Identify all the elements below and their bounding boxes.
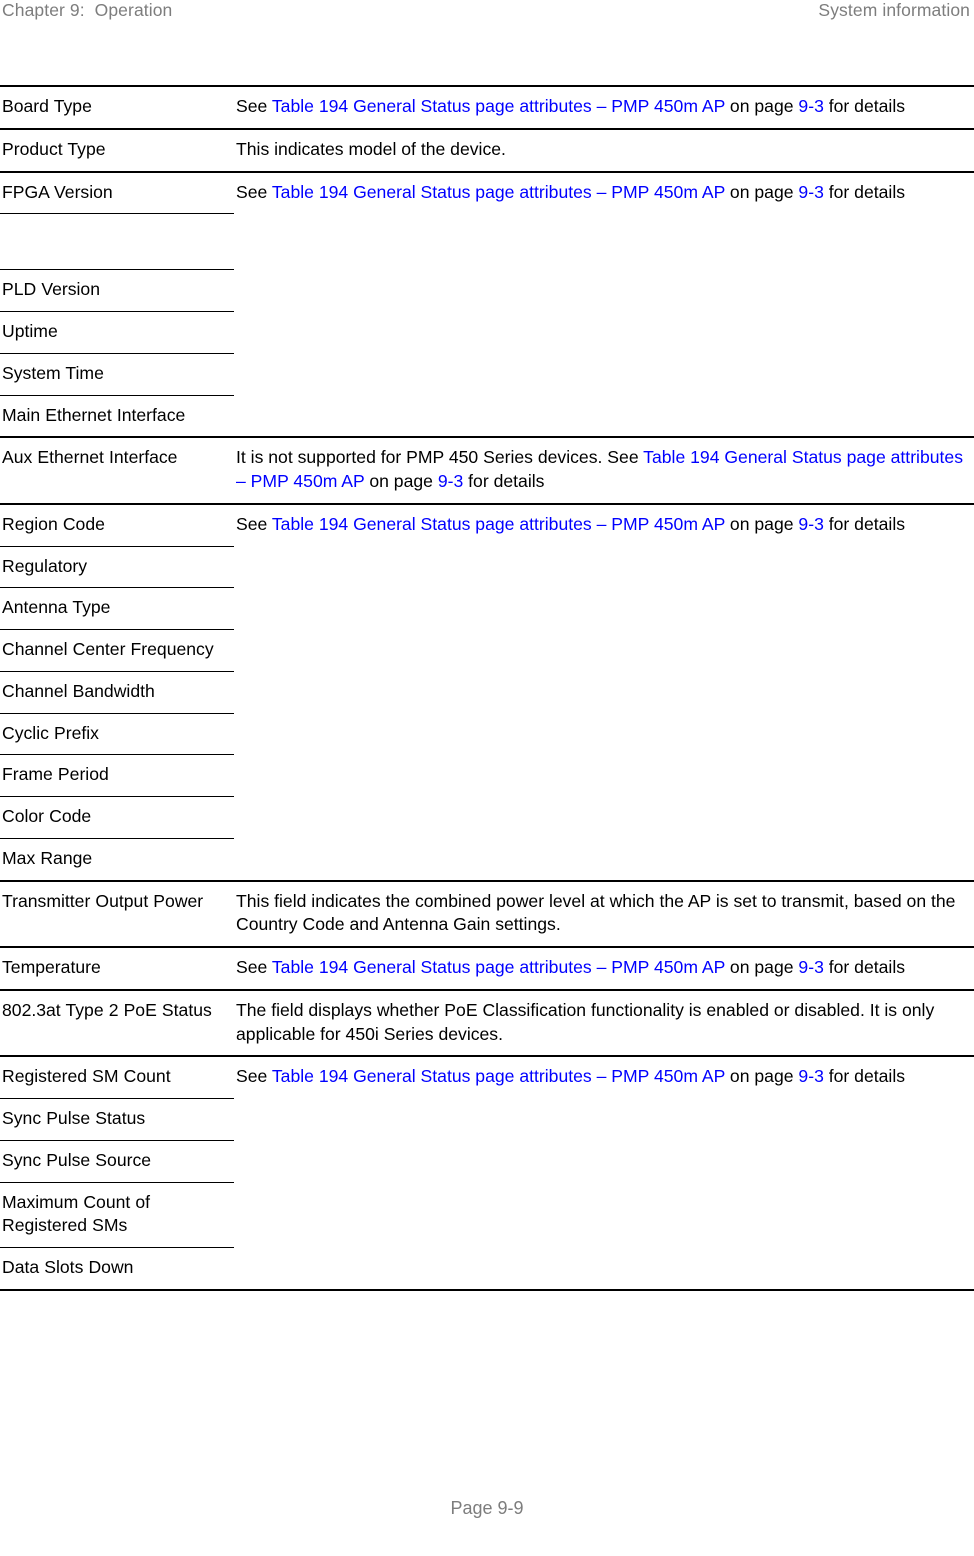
table-row: Aux Ethernet Interface It is not supporte… <box>0 436 974 504</box>
attribute-label-uptime: Uptime <box>0 311 234 354</box>
attribute-label-pld-version: PLD Version <box>0 269 234 312</box>
attribute-description-aux-ethernet-interface: It is not supported for PMP 450 Series d… <box>234 436 974 504</box>
attribute-label-sync-pulse-source: Sync Pulse Source <box>0 1139 234 1182</box>
attribute-label-main-ethernet-interface: Main Ethernet Interface <box>0 394 234 438</box>
on-page-label: on page <box>725 96 799 116</box>
table-row: 802.3at Type 2 PoE Status The field displ… <box>0 988 974 1057</box>
cross-reference-page-link[interactable]: 9-3 <box>798 957 823 977</box>
attributes-table-wrapper: Board Type See Table 194 General Status p… <box>0 85 974 1291</box>
on-page-label: on page <box>725 957 799 977</box>
cross-reference-page-link[interactable]: 9-3 <box>798 514 823 534</box>
cross-reference-link[interactable]: Table 194 General Status page attributes… <box>272 957 725 977</box>
attribute-label-max-range: Max Range <box>0 837 234 881</box>
attribute-label-channel-center-frequency: Channel Center Frequency <box>0 629 234 672</box>
attribute-label-poe-status: 802.3at Type 2 PoE Status <box>0 988 234 1057</box>
see-label: See <box>236 96 272 116</box>
attribute-description-transmitter-output-power: This field indicates the combined power … <box>234 879 974 947</box>
cross-reference-link[interactable]: Table 194 General Status page attributes… <box>272 1066 725 1086</box>
page-footer: Page 9-9 <box>0 1498 974 1519</box>
attribute-label-region-code: Region Code <box>0 502 234 546</box>
see-label: See <box>236 1066 272 1087</box>
table-row: Registered SM Count See Table 194 General… <box>0 1055 974 1291</box>
attribute-label-maximum-count-of-registered-sms: Maximum Count of Registered SMs <box>0 1181 234 1248</box>
cross-reference-link[interactable]: Table 194 General Status page attributes… <box>272 182 725 202</box>
attribute-label-frame-period: Frame Period <box>0 754 234 797</box>
attribute-label-transmitter-output-power: Transmitter Output Power <box>0 879 234 947</box>
for-details-label: for details <box>823 1066 906 1087</box>
running-header-right: System information <box>818 0 970 20</box>
attribute-label-board-type: Board Type <box>0 85 234 129</box>
attribute-label-sync-pulse-status: Sync Pulse Status <box>0 1098 234 1141</box>
for-details-label: for details <box>823 96 906 116</box>
attribute-label-registered-sm-count: Registered SM Count <box>0 1055 234 1099</box>
cross-reference-page-link[interactable]: 9-3 <box>438 471 463 491</box>
attribute-label-cyclic-prefix: Cyclic Prefix <box>0 712 234 755</box>
cross-reference-link[interactable]: Table 194 General Status page attributes… <box>272 96 725 116</box>
attribute-description-temperature: See Table 194 General Status page attrib… <box>234 946 974 990</box>
attribute-label-channel-bandwidth: Channel Bandwidth <box>0 670 234 713</box>
attribute-description-region-code: See Table 194 General Status page attrib… <box>234 502 974 881</box>
for-details-label: for details <box>823 957 906 977</box>
cross-reference-page-link[interactable]: 9-3 <box>798 96 823 116</box>
for-details-label: for details <box>463 471 545 491</box>
for-details-label: for details <box>823 181 906 202</box>
attributes-table-body: Board Type See Table 194 General Status p… <box>0 85 974 1291</box>
document-page: Chapter 9: Operation System information … <box>0 0 974 1556</box>
attribute-label-antenna-type: Antenna Type <box>0 587 234 630</box>
attribute-label-temperature: Temperature <box>0 946 234 990</box>
table-row: Transmitter Output Power This field indic… <box>0 879 974 947</box>
attributes-table: Board Type See Table 194 General Status p… <box>0 85 974 1291</box>
attribute-label-data-slots-down: Data Slots Down <box>0 1246 234 1291</box>
table-row: Product Type This indicates model of the … <box>0 127 974 172</box>
attribute-label-system-time: System Time <box>0 352 234 395</box>
see-label: See <box>236 181 272 202</box>
table-row: Temperature See Table 194 General Status … <box>0 946 974 990</box>
on-page-label: on page <box>364 471 438 491</box>
cross-reference-page-link[interactable]: 9-3 <box>798 1066 823 1086</box>
table-row: Board Type See Table 194 General Status p… <box>0 85 974 129</box>
attribute-label-product-type: Product Type <box>0 127 234 172</box>
on-page-label: on page <box>725 1066 799 1087</box>
attribute-description-product-type: This indicates model of the device. <box>234 127 974 172</box>
see-label: See <box>236 513 272 534</box>
attribute-description-fpga-version: See Table 194 General Status page attrib… <box>234 170 974 438</box>
desc-prefix: It is not supported for PMP 450 Series d… <box>236 447 608 468</box>
attribute-label-regulatory: Regulatory <box>0 545 234 588</box>
attribute-label-aux-ethernet-interface: Aux Ethernet Interface <box>0 436 234 504</box>
attribute-label-blank-continuation <box>0 213 234 270</box>
see-label: See <box>236 957 272 977</box>
table-row: Region Code See Table 194 General Status … <box>0 502 974 881</box>
see-label: See <box>607 447 644 468</box>
attribute-label-color-code: Color Code <box>0 796 234 839</box>
attribute-label-fpga-version: FPGA Version <box>0 170 234 214</box>
running-header-left: Chapter 9: Operation <box>2 0 173 20</box>
cross-reference-link[interactable]: Table 194 General Status page attributes… <box>272 514 725 534</box>
attribute-description-registered-sm-count: See Table 194 General Status page attrib… <box>234 1055 974 1291</box>
table-row: FPGA Version See Table 194 General Status… <box>0 170 974 438</box>
for-details-label: for details <box>823 513 906 534</box>
attribute-description-board-type: See Table 194 General Status page attrib… <box>234 85 974 129</box>
attribute-description-poe-status: The field displays whether PoE Classific… <box>234 988 974 1057</box>
cross-reference-page-link[interactable]: 9-3 <box>798 182 823 202</box>
running-header: Chapter 9: Operation System information <box>0 0 974 24</box>
on-page-label: on page <box>725 181 799 202</box>
on-page-label: on page <box>725 513 799 534</box>
page-number: Page 9-9 <box>450 1498 524 1518</box>
